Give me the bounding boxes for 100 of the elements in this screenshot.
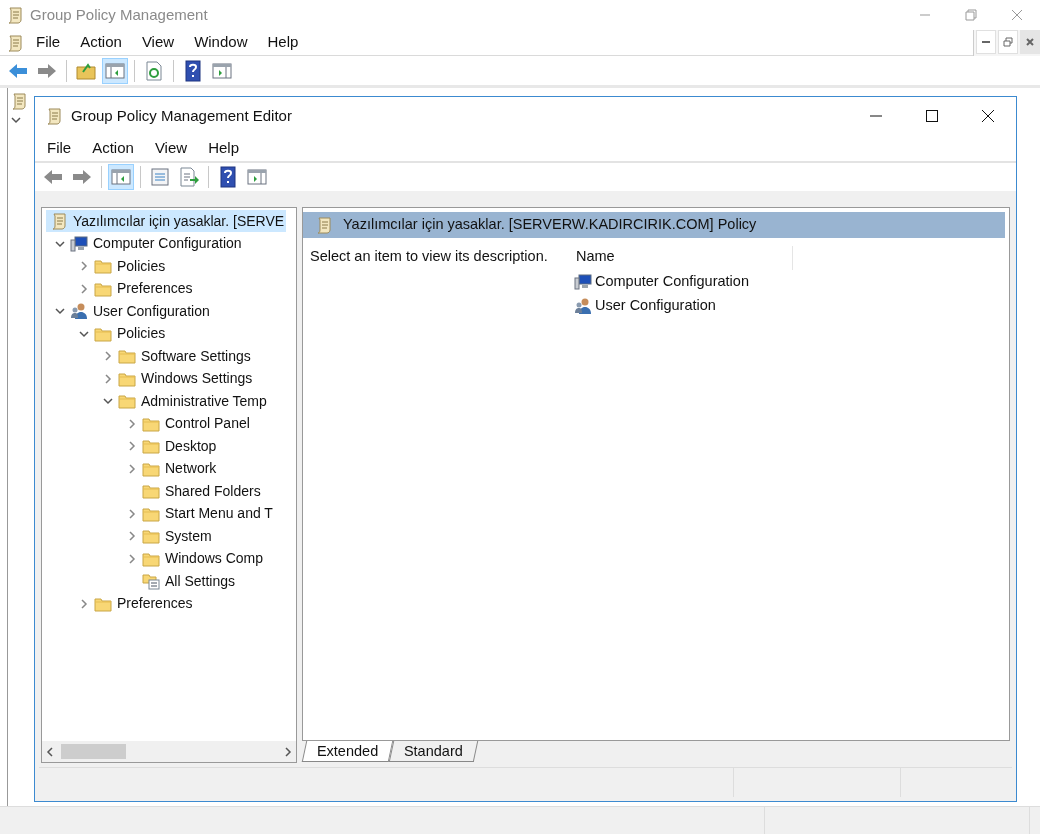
chevron-right-icon[interactable] bbox=[78, 260, 90, 273]
menu-item[interactable]: Action bbox=[72, 31, 130, 54]
menu-item[interactable]: Action bbox=[84, 136, 142, 160]
tree-item-label: System bbox=[165, 526, 212, 546]
chevron-down-icon[interactable] bbox=[10, 114, 22, 126]
tree-item[interactable]: Preferences bbox=[90, 592, 195, 615]
scrollbar-thumb[interactable] bbox=[61, 744, 126, 759]
restore-button[interactable] bbox=[998, 29, 1018, 54]
tree-item-label: Administrative Temp bbox=[141, 391, 267, 411]
menu-item[interactable]: View bbox=[133, 31, 183, 54]
tree-item[interactable]: Shared Folders bbox=[138, 480, 263, 503]
tree-item[interactable]: Policies bbox=[90, 322, 168, 345]
tree-item[interactable]: Preferences bbox=[90, 277, 195, 300]
chevron-right-icon[interactable] bbox=[78, 597, 90, 610]
computer-icon bbox=[70, 234, 88, 253]
folder-icon bbox=[142, 482, 160, 501]
policy-icon bbox=[50, 212, 68, 231]
help-icon bbox=[217, 166, 239, 188]
tree-item-label: Start Menu and T bbox=[165, 504, 273, 524]
scroll-right-icon[interactable] bbox=[283, 746, 293, 757]
chevron-right-icon[interactable] bbox=[102, 372, 114, 385]
tree-item[interactable]: All Settings bbox=[138, 570, 238, 593]
tree-item[interactable]: Network bbox=[138, 457, 219, 480]
export-list-icon bbox=[178, 166, 200, 188]
tree-item-label: Yazılımcılar için yasaklar. [SERVE bbox=[73, 211, 285, 231]
policy-icon bbox=[315, 216, 333, 234]
chevron-right-icon[interactable] bbox=[78, 282, 90, 295]
tree-item-label: Preferences bbox=[117, 594, 193, 614]
tree-item[interactable]: Yazılımcılar için yasaklar. [SERVE bbox=[46, 210, 287, 233]
menu-item[interactable]: View bbox=[146, 136, 196, 160]
action-pane-icon bbox=[246, 166, 268, 188]
menu-item[interactable]: Window bbox=[186, 31, 256, 54]
tree-item-label: Policies bbox=[117, 256, 166, 276]
menu-item[interactable]: Help bbox=[200, 136, 247, 160]
tree-item-label: User Configuration bbox=[93, 301, 210, 321]
app-icon bbox=[6, 6, 24, 24]
minimize-button[interactable] bbox=[976, 29, 996, 54]
scroll-left-icon[interactable] bbox=[45, 746, 55, 757]
horizontal-scrollbar[interactable] bbox=[42, 741, 296, 762]
tree-item-label: Windows Settings bbox=[141, 369, 253, 389]
computer-icon bbox=[574, 273, 592, 291]
refresh-icon bbox=[143, 59, 165, 82]
chevron-right-icon[interactable] bbox=[126, 507, 138, 520]
chevron-right-icon[interactable] bbox=[126, 530, 138, 543]
app-icon bbox=[45, 107, 63, 125]
list-item-label: User Configuration bbox=[595, 296, 716, 316]
settings-icon bbox=[142, 572, 160, 591]
tree-item-label: Control Panel bbox=[165, 414, 250, 434]
properties-icon bbox=[149, 166, 171, 188]
users-icon bbox=[574, 297, 592, 315]
menu-item[interactable]: File bbox=[39, 136, 80, 160]
close-button[interactable] bbox=[1020, 29, 1040, 54]
window-title: Group Policy Management bbox=[30, 4, 208, 25]
folder-icon bbox=[94, 257, 112, 276]
tree-item-label: Policies bbox=[117, 324, 166, 344]
maximize-icon bbox=[925, 109, 939, 123]
chevron-right-icon[interactable] bbox=[102, 350, 114, 363]
list-item[interactable]: User Configuration bbox=[569, 294, 793, 318]
policy-title: Yazılımcılar için yasaklar. [SERVERW.KADIRCIRIK.COM] Policy bbox=[343, 215, 757, 235]
menu-item[interactable]: Help bbox=[259, 31, 307, 54]
chevron-right-icon[interactable] bbox=[126, 440, 138, 453]
tree-item[interactable]: System bbox=[138, 525, 214, 548]
tree-item-label: Software Settings bbox=[141, 346, 251, 366]
tree-item[interactable]: Software Settings bbox=[114, 345, 253, 368]
tree-item-label: Computer Configuration bbox=[93, 234, 242, 254]
help-icon bbox=[182, 59, 204, 82]
tree-item-label: Preferences bbox=[117, 279, 193, 299]
view-tab[interactable]: Extended bbox=[301, 741, 394, 762]
tree-item[interactable]: Desktop bbox=[138, 435, 219, 458]
tree-item[interactable]: Start Menu and T bbox=[138, 502, 275, 525]
description-text: Select an item to view its description. bbox=[309, 247, 549, 266]
folder-icon bbox=[142, 527, 160, 546]
tree-item-label: Windows Comp bbox=[165, 549, 264, 569]
tree-item[interactable]: Control Panel bbox=[138, 412, 252, 435]
close-icon bbox=[1025, 36, 1035, 47]
view-tab[interactable]: Standard bbox=[389, 741, 479, 762]
document-icon bbox=[6, 33, 24, 52]
folder-icon bbox=[142, 437, 160, 456]
chevron-right-icon[interactable] bbox=[126, 417, 138, 430]
tree-item-label: Network bbox=[165, 459, 217, 479]
list-item-label: Computer Configuration bbox=[595, 272, 749, 292]
tree-item[interactable]: Computer Configuration bbox=[66, 232, 244, 255]
chevron-right-icon[interactable] bbox=[126, 552, 138, 565]
tree-item[interactable]: Policies bbox=[90, 255, 168, 278]
tree-item[interactable]: Windows Comp bbox=[138, 547, 266, 570]
tree-item[interactable]: Windows Settings bbox=[114, 367, 255, 390]
tree-item[interactable]: Administrative Temp bbox=[114, 390, 269, 413]
restore-icon bbox=[1003, 36, 1013, 47]
menu-item[interactable]: File bbox=[28, 31, 69, 54]
column-header[interactable]: Name bbox=[569, 246, 793, 270]
list-item[interactable]: Computer Configuration bbox=[569, 270, 793, 294]
restore-icon bbox=[965, 9, 977, 21]
tree-item-label: All Settings bbox=[165, 571, 236, 591]
chevron-right-icon[interactable] bbox=[126, 462, 138, 475]
window-title: Group Policy Management Editor bbox=[71, 105, 292, 126]
forest-icon bbox=[10, 92, 28, 110]
folder-icon bbox=[118, 347, 136, 366]
console-tree-icon bbox=[110, 166, 132, 188]
tree-item[interactable]: User Configuration bbox=[66, 300, 212, 323]
close-icon bbox=[1011, 9, 1023, 21]
